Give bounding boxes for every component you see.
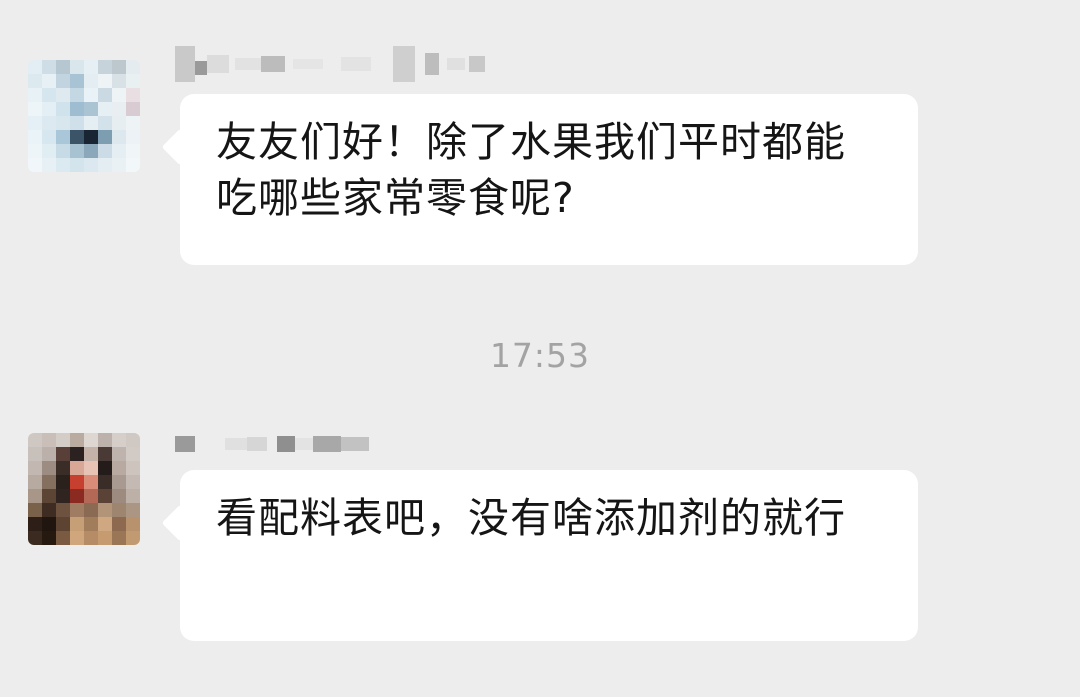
sender-name-pixelated <box>175 44 485 84</box>
sender-avatar-pixelated[interactable] <box>28 60 140 172</box>
message-bubble[interactable]: 友友们好！除了水果我们平时都能吃哪些家常零食呢? <box>180 94 918 265</box>
sender-avatar-pixelated[interactable] <box>28 433 140 545</box>
message-timestamp: 17:53 <box>489 336 591 375</box>
message-bubble[interactable]: 看配料表吧，没有啥添加剂的就行 <box>180 470 918 641</box>
message-text: 友友们好！除了水果我们平时都能吃哪些家常零食呢? <box>216 118 846 222</box>
sender-name-pixelated <box>175 424 369 464</box>
message-text: 看配料表吧，没有啥添加剂的就行 <box>216 494 846 542</box>
